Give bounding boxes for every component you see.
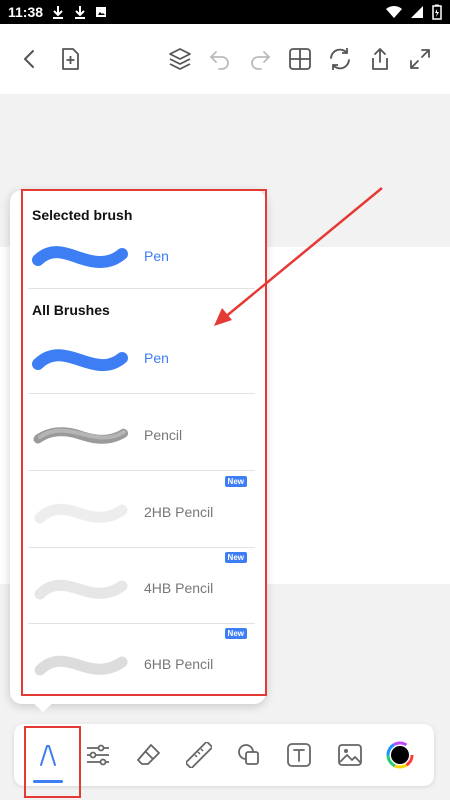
grid-icon[interactable] [284, 43, 316, 75]
popup-pointer [30, 700, 56, 712]
layers-icon[interactable] [164, 43, 196, 75]
redo-icon[interactable] [244, 43, 276, 75]
image-icon[interactable] [332, 737, 368, 773]
undo-icon[interactable] [204, 43, 236, 75]
text-icon[interactable] [281, 737, 317, 773]
annotation-highlight-box [24, 726, 81, 798]
ruler-icon[interactable] [181, 737, 217, 773]
fullscreen-icon[interactable] [404, 43, 436, 75]
download-icon [73, 5, 87, 19]
signal-icon [410, 5, 424, 19]
status-time: 11:38 [8, 4, 44, 20]
image-notification-icon [95, 6, 107, 18]
sync-icon[interactable] [324, 43, 356, 75]
shapes-icon[interactable] [231, 737, 267, 773]
top-toolbar [0, 24, 450, 94]
share-icon[interactable] [364, 43, 396, 75]
new-page-icon[interactable] [54, 43, 86, 75]
adjust-icon[interactable] [80, 737, 116, 773]
wifi-icon [386, 5, 402, 19]
download-icon [51, 5, 65, 19]
back-icon[interactable] [14, 43, 46, 75]
color-picker-icon[interactable] [382, 737, 418, 773]
eraser-icon[interactable] [131, 737, 167, 773]
annotation-highlight-box [21, 189, 267, 696]
battery-icon [432, 4, 442, 20]
status-bar: 11:38 [0, 0, 450, 24]
